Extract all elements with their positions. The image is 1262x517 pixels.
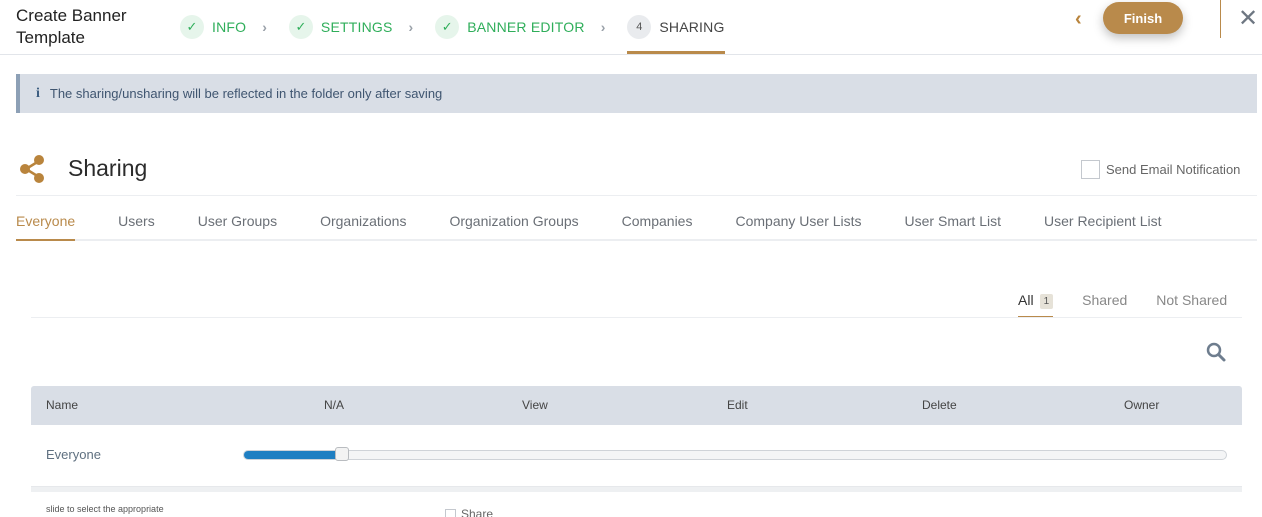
section-title: Sharing xyxy=(68,155,148,181)
page-title: Create Banner Template xyxy=(16,6,127,47)
share-filter-tabs: All 1 Shared Not Shared xyxy=(1018,284,1256,318)
column-header-delete: Delete xyxy=(922,398,957,412)
step-banner-editor[interactable]: ✓ BANNER EDITOR xyxy=(435,0,584,54)
table-row: Everyone xyxy=(31,425,1242,487)
table-row: slide to select the appropriate Share xyxy=(31,492,1242,517)
step-sharing[interactable]: 4 SHARING xyxy=(627,0,725,54)
wizard-steps: ✓ INFO › ✓ SETTINGS › ✓ BANNER EDITOR › … xyxy=(180,0,725,54)
tab-user-recipient-list[interactable]: User Recipient List xyxy=(1044,203,1162,239)
check-icon: ✓ xyxy=(288,15,313,39)
slider-hint: slide to select the appropriate xyxy=(46,504,164,514)
header-bar: Create Banner Template ✓ INFO › ✓ SETTIN… xyxy=(0,0,1262,55)
header-divider xyxy=(1220,0,1221,38)
tab-user-groups[interactable]: User Groups xyxy=(198,203,277,239)
column-header-view: View xyxy=(522,398,548,412)
column-header-name: Name xyxy=(46,398,79,412)
tab-organization-groups[interactable]: Organization Groups xyxy=(449,203,578,239)
finish-button[interactable]: Finish xyxy=(1103,2,1183,34)
share-label[interactable]: Share xyxy=(461,507,493,517)
tab-everyone[interactable]: Everyone xyxy=(16,203,76,241)
sharing-tabs: Everyone Users User Groups Organizations… xyxy=(16,203,1257,241)
chevron-right-icon: › xyxy=(600,19,606,35)
table-header: Name N/A View Edit Delete Owner xyxy=(31,386,1242,425)
info-icon: i xyxy=(36,85,40,101)
step-number: 4 xyxy=(627,15,652,39)
step-label: SETTINGS xyxy=(320,19,393,35)
column-header-owner: Owner xyxy=(1124,398,1160,412)
tab-user-smart-list[interactable]: User Smart List xyxy=(905,203,1001,239)
close-icon[interactable]: ✕ xyxy=(1238,4,1258,33)
filter-all[interactable]: All 1 xyxy=(1018,284,1054,318)
email-notification-label[interactable]: Send Email Notification xyxy=(1106,162,1240,177)
chevron-right-icon: › xyxy=(262,19,267,35)
column-header-na: N/A xyxy=(324,398,345,412)
filter-all-label: All xyxy=(1018,292,1034,308)
filter-shared[interactable]: Shared xyxy=(1082,284,1127,318)
slider-fill xyxy=(244,451,343,459)
divider xyxy=(31,317,1242,318)
column-header-edit: Edit xyxy=(727,398,748,412)
check-icon: ✓ xyxy=(180,15,204,39)
share-icon xyxy=(20,155,44,183)
slider-handle[interactable] xyxy=(335,447,350,461)
step-label: BANNER EDITOR xyxy=(467,19,585,35)
tab-companies[interactable]: Companies xyxy=(622,203,693,239)
check-icon: ✓ xyxy=(435,15,460,39)
email-notification-checkbox[interactable] xyxy=(1081,160,1100,179)
tab-company-user-lists[interactable]: Company User Lists xyxy=(735,203,861,239)
chevron-left-icon[interactable]: ‹ xyxy=(1075,8,1082,31)
row-name: Everyone xyxy=(46,447,101,462)
step-label: INFO xyxy=(212,19,247,35)
info-banner: i The sharing/unsharing will be reflecte… xyxy=(16,74,1257,113)
permission-slider[interactable] xyxy=(243,447,1227,461)
info-text: The sharing/unsharing will be reflected … xyxy=(49,86,443,101)
tab-users[interactable]: Users xyxy=(118,203,155,239)
divider xyxy=(16,195,1257,196)
chevron-right-icon: › xyxy=(408,19,414,35)
step-settings[interactable]: ✓ SETTINGS xyxy=(288,0,393,54)
tab-organizations[interactable]: Organizations xyxy=(320,203,406,239)
search-icon[interactable] xyxy=(1205,341,1227,363)
step-label: SHARING xyxy=(659,19,725,35)
count-badge: 1 xyxy=(1039,294,1054,309)
filter-not-shared[interactable]: Not Shared xyxy=(1156,284,1227,318)
share-checkbox[interactable] xyxy=(445,509,456,517)
step-info[interactable]: ✓ INFO xyxy=(180,0,246,54)
